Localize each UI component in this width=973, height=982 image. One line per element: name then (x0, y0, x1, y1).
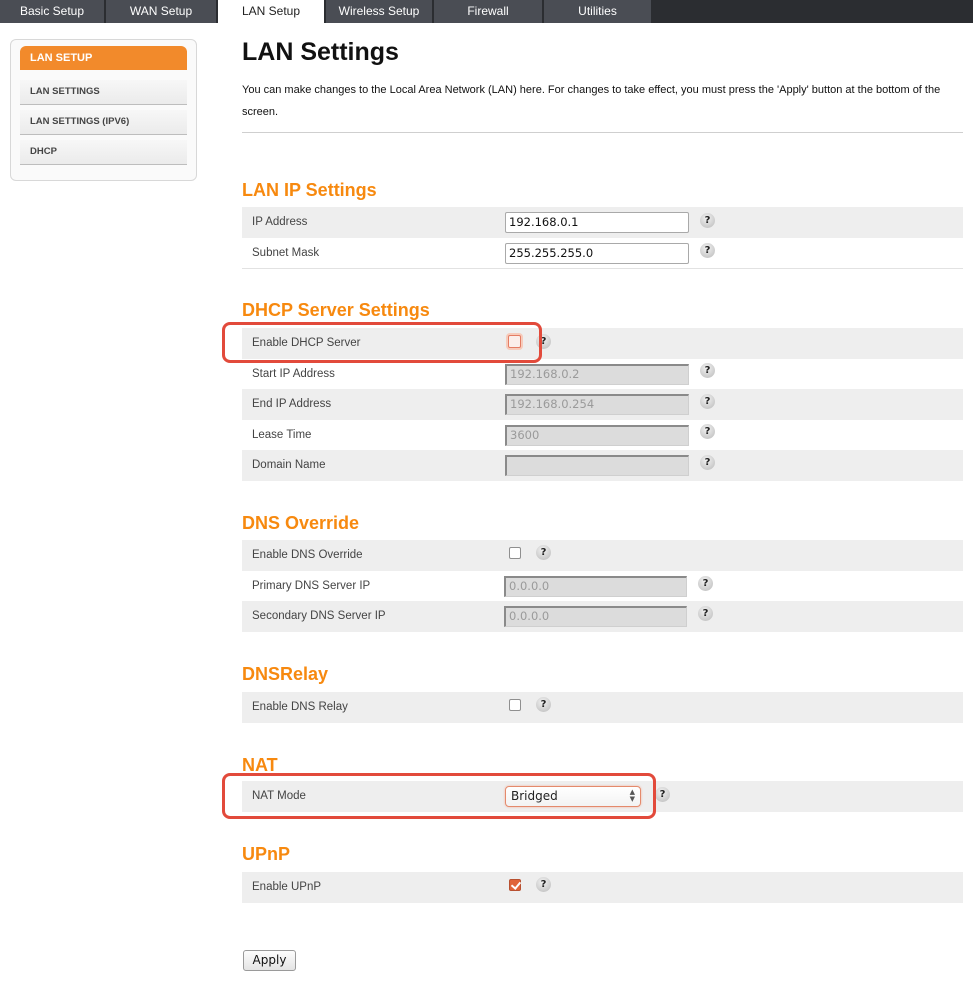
primary-dns-label: Primary DNS Server IP (252, 580, 371, 592)
enable-upnp-label: Enable UPnP (252, 881, 322, 893)
lease-time-input[interactable]: 3600 (505, 425, 689, 446)
help-icon[interactable]: ? (698, 606, 713, 621)
end-ip-input[interactable]: 192.168.0.254 (505, 394, 689, 415)
select-arrows-icon: ▲ ▼ (629, 788, 635, 803)
enable-dns-override-checkbox[interactable] (509, 547, 521, 559)
tab-firewall[interactable]: Firewall (434, 0, 542, 23)
nat-mode-label: NAT Mode (252, 790, 306, 802)
end-ip-label: End IP Address (252, 398, 332, 410)
sidebar-header: LAN SETUP (20, 46, 187, 70)
enable-dns-override-label: Enable DNS Override (252, 549, 363, 561)
help-icon[interactable]: ? (536, 877, 551, 892)
sidebar-item-dhcp[interactable]: DHCP (20, 140, 187, 165)
row-start-ip: Start IP Address 192.168.0.2 ? (242, 359, 963, 390)
nat-mode-selected-value: Bridged (511, 789, 558, 803)
tab-wan-setup[interactable]: WAN Setup (106, 0, 216, 23)
row-enable-dhcp: Enable DHCP Server ? (242, 328, 963, 359)
row-domain-name: Domain Name ? (242, 450, 963, 481)
section-title-dns-relay: DNSRelay (242, 664, 329, 684)
help-icon[interactable]: ? (700, 394, 715, 409)
help-icon[interactable]: ? (700, 363, 715, 378)
help-icon[interactable]: ? (700, 455, 715, 470)
secondary-dns-input[interactable]: 0.0.0.0 (504, 606, 687, 627)
help-icon[interactable]: ? (700, 424, 715, 439)
page-description: You can make changes to the Local Area N… (242, 84, 941, 118)
help-icon[interactable]: ? (536, 334, 551, 349)
domain-name-label: Domain Name (252, 459, 326, 471)
row-lease-time: Lease Time 3600 ? (242, 420, 963, 451)
tab-utilities[interactable]: Utilities (544, 0, 651, 23)
enable-upnp-checkbox[interactable] (509, 879, 521, 891)
help-icon[interactable]: ? (655, 787, 670, 802)
tab-basic-setup[interactable]: Basic Setup (0, 0, 104, 23)
apply-button[interactable]: Apply (243, 950, 296, 971)
enable-dns-relay-checkbox[interactable] (509, 699, 521, 711)
help-icon[interactable]: ? (698, 576, 713, 591)
row-end-ip: End IP Address 192.168.0.254 ? (242, 389, 963, 420)
tab-wireless-setup[interactable]: Wireless Setup (326, 0, 432, 23)
row-primary-dns: Primary DNS Server IP 0.0.0.0 ? (242, 571, 963, 602)
section-title-dhcp: DHCP Server Settings (242, 300, 430, 320)
start-ip-input[interactable]: 192.168.0.2 (505, 364, 689, 385)
row-enable-upnp: Enable UPnP ? (242, 872, 963, 903)
subnet-mask-label: Subnet Mask (252, 247, 320, 259)
divider (242, 132, 963, 133)
help-icon[interactable]: ? (700, 213, 715, 228)
ip-address-input[interactable]: 192.168.0.1 (505, 212, 689, 233)
row-subnet-mask: Subnet Mask 255.255.255.0 ? (242, 238, 963, 269)
page-title: LAN Settings (242, 38, 399, 66)
secondary-dns-label: Secondary DNS Server IP (252, 610, 386, 622)
row-enable-dns-override: Enable DNS Override ? (242, 540, 963, 571)
enable-dhcp-checkbox[interactable] (508, 335, 521, 348)
subnet-mask-input[interactable]: 255.255.255.0 (505, 243, 689, 264)
top-navigation: Basic Setup WAN Setup LAN Setup Wireless… (0, 0, 973, 24)
ip-address-label: IP Address (252, 216, 308, 228)
enable-dns-relay-label: Enable DNS Relay (252, 701, 348, 713)
tab-lan-setup[interactable]: LAN Setup (218, 0, 324, 24)
nat-mode-select[interactable]: Bridged ▲ ▼ (505, 786, 641, 807)
row-nat-mode: NAT Mode Bridged ▲ ▼ ? (242, 781, 963, 812)
help-icon[interactable]: ? (700, 243, 715, 258)
section-title-upnp: UPnP (242, 844, 291, 864)
sidebar: LAN SETUP LAN SETTINGS LAN SETTINGS (IPV… (10, 39, 197, 181)
sidebar-item-lan-settings-ipv6[interactable]: LAN SETTINGS (IPV6) (20, 110, 187, 135)
enable-dhcp-label: Enable DHCP Server (252, 337, 361, 349)
start-ip-label: Start IP Address (252, 368, 335, 380)
primary-dns-input[interactable]: 0.0.0.0 (504, 576, 687, 597)
row-enable-dns-relay: Enable DNS Relay ? (242, 692, 963, 723)
help-icon[interactable]: ? (536, 697, 551, 712)
section-title-nat: NAT (242, 755, 278, 775)
lease-time-label: Lease Time (252, 429, 312, 441)
row-secondary-dns: Secondary DNS Server IP 0.0.0.0 ? (242, 601, 963, 632)
section-title-dns-override: DNS Override (242, 513, 360, 533)
domain-name-input[interactable] (505, 455, 689, 476)
section-title-lan-ip: LAN IP Settings (242, 180, 377, 200)
sidebar-item-lan-settings[interactable]: LAN SETTINGS (20, 80, 187, 105)
row-ip-address: IP Address 192.168.0.1 ? (242, 207, 963, 238)
help-icon[interactable]: ? (536, 545, 551, 560)
